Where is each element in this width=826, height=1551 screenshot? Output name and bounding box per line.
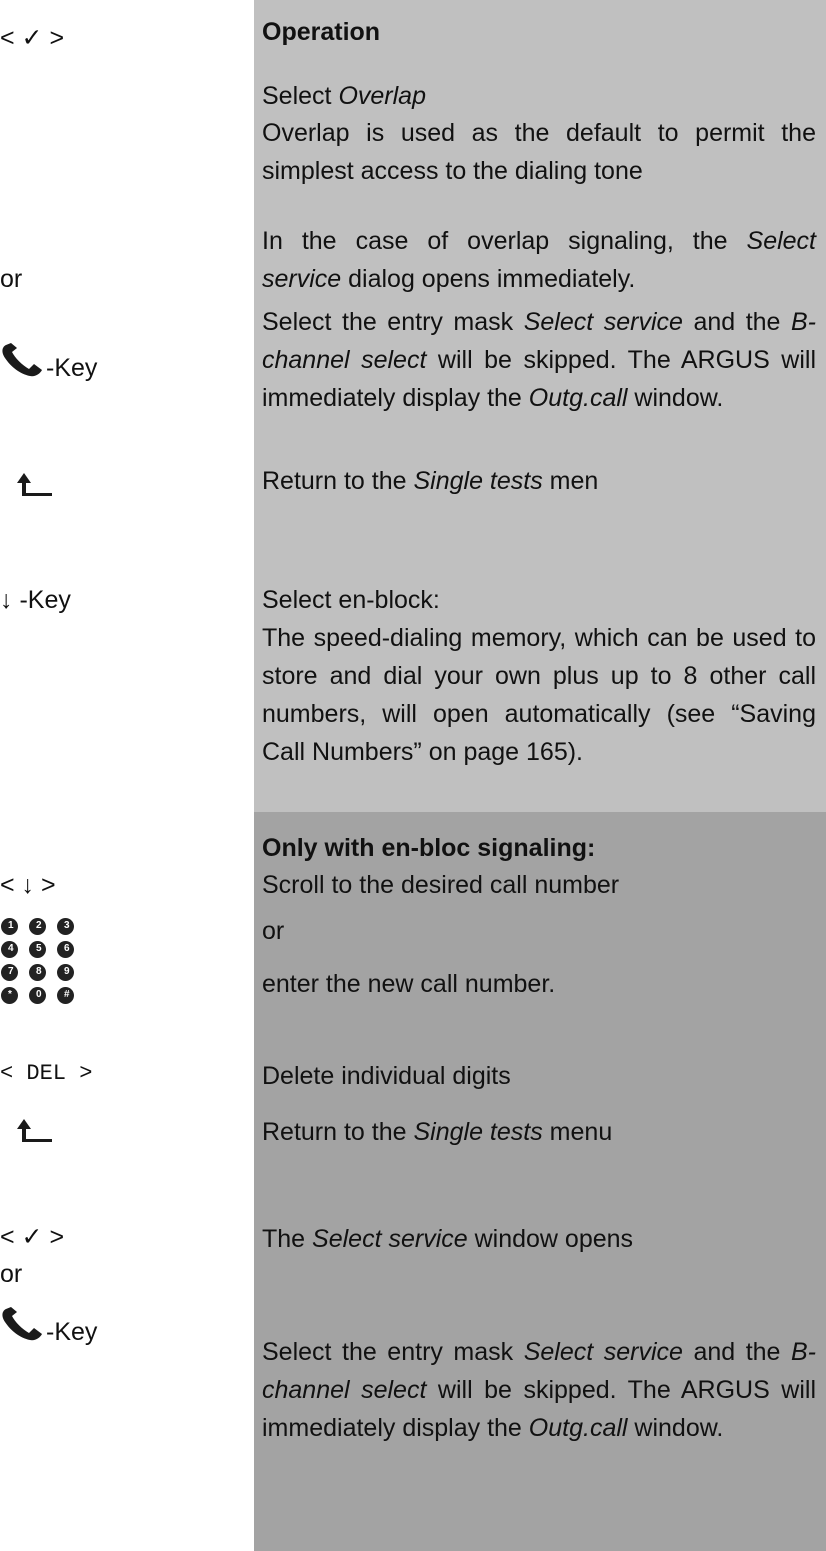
return-arrow-icon xyxy=(17,1119,52,1142)
select-overlap-text: Select Overlap xyxy=(262,82,426,110)
return-arrow-icon xyxy=(17,473,52,496)
overlap-default-text: Overlap is used as the default to permit… xyxy=(262,119,816,185)
handset-icon xyxy=(2,343,43,377)
entry-mask-text: Select the entry mask Select service and… xyxy=(262,1338,817,1442)
keypad-key-4: 4 xyxy=(1,941,18,958)
or-text: or xyxy=(262,917,285,945)
delete-digits-text: Delete individual digits xyxy=(262,1062,511,1090)
operation-heading: Operation xyxy=(262,18,381,46)
keypad-key-5: 5 xyxy=(29,941,46,958)
keypad-key-7: 7 xyxy=(1,964,18,981)
or-label: or xyxy=(0,265,23,293)
keypad-key-hash: # xyxy=(57,987,74,1004)
del-key: < DEL > xyxy=(0,1061,93,1086)
handset-key-label: -Key xyxy=(46,1318,98,1346)
select-service-opens-text: The Select service window opens xyxy=(262,1225,634,1253)
scroll-text: Scroll to the desired call number xyxy=(262,871,620,899)
enter-number-text: enter the new call number. xyxy=(262,970,556,998)
speed-dial-text: The speed-dialing memory, which can be u… xyxy=(262,624,816,766)
keypad-key-6: 6 xyxy=(57,941,74,958)
keypad-key-1: 1 xyxy=(1,918,18,935)
entry-mask-text: Select the entry mask Select service and… xyxy=(262,308,817,412)
keypad-key-0: 0 xyxy=(29,987,46,1004)
keypad-key-star: * xyxy=(1,987,18,1004)
return-single-tests-text: Return to the Single tests men xyxy=(262,467,599,495)
down-softkey: < ↓ > xyxy=(0,871,56,899)
keypad-key-2: 2 xyxy=(29,918,46,935)
handset-key-label: -Key xyxy=(46,354,98,382)
enblock-title: Select en-block: xyxy=(262,586,440,614)
down-key: ↓ -Key xyxy=(0,586,71,614)
return-single-tests-text: Return to the Single tests menu xyxy=(262,1118,613,1146)
keypad-key-8: 8 xyxy=(29,964,46,981)
ok-key: < ✓ > xyxy=(0,1223,65,1251)
keypad-key-9: 9 xyxy=(57,964,74,981)
handset-icon xyxy=(2,1307,43,1341)
ok-key: < ✓ > xyxy=(0,24,65,52)
keypad-key-3: 3 xyxy=(57,918,74,935)
overlap-signaling-text: In the case of overlap signaling, the Se… xyxy=(262,227,816,293)
enbloc-heading: Only with en-bloc signaling: xyxy=(262,834,596,862)
or-label: or xyxy=(0,1260,23,1288)
